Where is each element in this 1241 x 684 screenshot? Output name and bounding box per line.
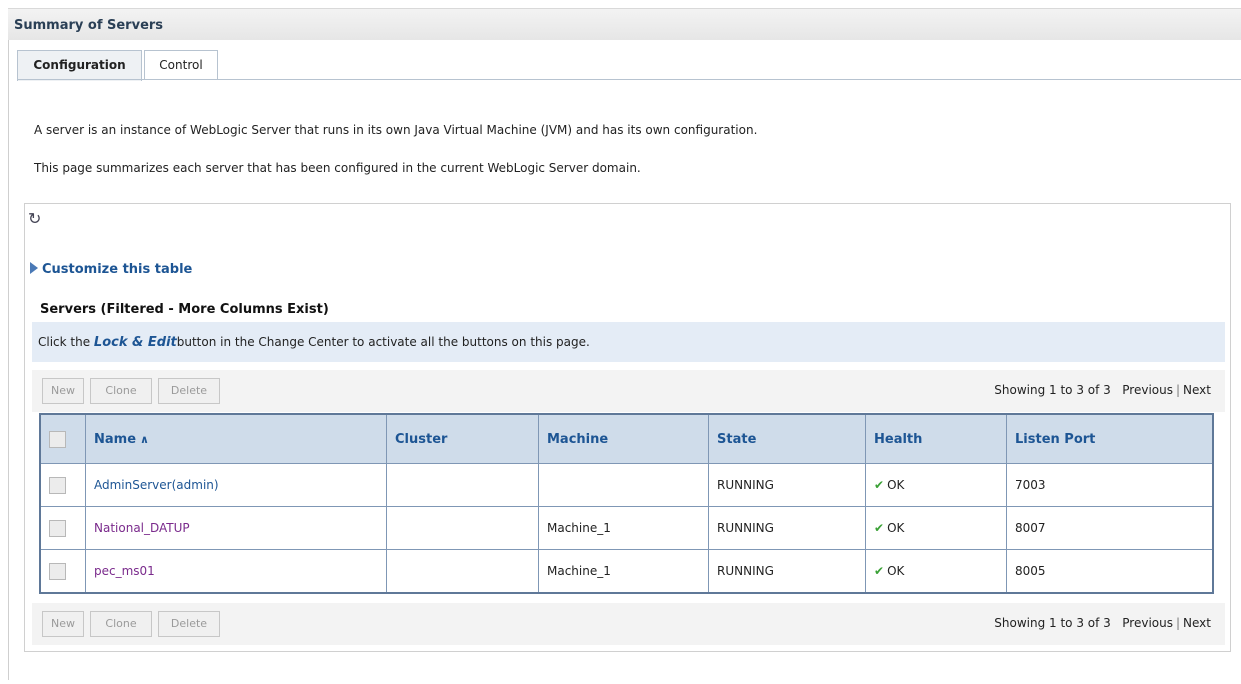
select-all-checkbox[interactable] [49, 430, 66, 448]
tab-configuration[interactable]: Configuration [17, 50, 142, 81]
table-toolbar [24, 203, 1231, 238]
table-title: Servers (Filtered - More Columns Exist) [40, 302, 329, 317]
pagination-status: Showing 1 to 3 of 3 [994, 616, 1111, 630]
health-value: OK [887, 564, 905, 578]
pagination-separator: | [1175, 616, 1181, 630]
checkmark-icon: ✔ [874, 478, 885, 492]
state-cell: RUNNING [708, 549, 866, 594]
pagination-bottom: Showing 1 to 3 of 3 Previous | Next [994, 616, 1211, 630]
pagination-top: Showing 1 to 3 of 3 Previous | Next [994, 383, 1211, 397]
clone-button[interactable]: Clone [90, 611, 152, 637]
tab-divider [17, 79, 1241, 80]
cluster-cell [386, 463, 539, 507]
cluster-cell [386, 549, 539, 594]
notice-suffix: button in the Change Center to activate … [176, 335, 590, 349]
refresh-icon[interactable]: ↻ [28, 209, 41, 228]
column-header-health[interactable]: Health [865, 413, 1007, 464]
servers-table: Name ∧ Cluster Machine State Health Liste… [39, 413, 1214, 594]
table-row: pec_ms01 Machine_1 RUNNING ✔ OK 8005 [39, 549, 1214, 594]
table-header-row: Name ∧ Cluster Machine State Health Liste… [39, 413, 1214, 464]
select-all-header [39, 413, 86, 464]
listen-port-cell: 7003 [1006, 463, 1214, 507]
pagination-status: Showing 1 to 3 of 3 [994, 383, 1111, 397]
previous-link[interactable]: Previous [1122, 616, 1173, 630]
pagination-separator: | [1175, 383, 1181, 397]
server-name-cell: AdminServer(admin) [85, 463, 387, 507]
customize-label: Customize this table [42, 262, 193, 277]
previous-link[interactable]: Previous [1122, 383, 1173, 397]
health-cell: ✔ OK [865, 549, 1007, 594]
actions-bar-top: New Clone Delete Showing 1 to 3 of 3 Pre… [32, 370, 1225, 412]
title-bar: Summary of Servers [8, 8, 1241, 40]
notice-prefix: Click the [38, 335, 94, 349]
state-cell: RUNNING [708, 506, 866, 550]
machine-cell: Machine_1 [538, 506, 709, 550]
intro-line-1: A server is an instance of WebLogic Serv… [34, 123, 758, 137]
table-row: AdminServer(admin) RUNNING ✔ OK 7003 [39, 463, 1214, 507]
row-checkbox[interactable] [49, 519, 66, 537]
row-checkbox[interactable] [49, 562, 66, 580]
server-name-link[interactable]: National_DATUP [94, 521, 190, 535]
server-name-link[interactable]: pec_ms01 [94, 564, 155, 578]
checkmark-icon: ✔ [874, 564, 885, 578]
row-select-cell [39, 506, 86, 550]
next-link[interactable]: Next [1183, 383, 1211, 397]
column-label-name: Name [94, 431, 137, 447]
health-cell: ✔ OK [865, 463, 1007, 507]
listen-port-cell: 8005 [1006, 549, 1214, 594]
column-header-state[interactable]: State [708, 413, 866, 464]
next-link[interactable]: Next [1183, 616, 1211, 630]
row-select-cell [39, 549, 86, 594]
sort-ascending-icon[interactable]: ∧ [140, 433, 149, 446]
listen-port-cell: 8007 [1006, 506, 1214, 550]
new-button[interactable]: New [42, 611, 84, 637]
expand-triangle-icon [30, 262, 38, 274]
table-row: National_DATUP Machine_1 RUNNING ✔ OK 800… [39, 506, 1214, 550]
actions-bar-bottom: New Clone Delete Showing 1 to 3 of 3 Pre… [32, 603, 1225, 645]
column-header-name[interactable]: Name ∧ [85, 413, 387, 464]
clone-button[interactable]: Clone [90, 378, 152, 404]
new-button[interactable]: New [42, 378, 84, 404]
health-value: OK [887, 478, 905, 492]
row-select-cell [39, 463, 86, 507]
row-checkbox[interactable] [49, 476, 66, 494]
page-title: Summary of Servers [14, 18, 164, 33]
cluster-cell [386, 506, 539, 550]
column-header-machine[interactable]: Machine [538, 413, 709, 464]
checkmark-icon: ✔ [874, 521, 885, 535]
delete-button[interactable]: Delete [158, 378, 220, 404]
server-name-cell: pec_ms01 [85, 549, 387, 594]
column-header-listen-port[interactable]: Listen Port [1006, 413, 1214, 464]
intro-line-2: This page summarizes each server that ha… [34, 161, 641, 175]
server-name-link[interactable]: AdminServer(admin) [94, 478, 219, 492]
state-cell: RUNNING [708, 463, 866, 507]
health-value: OK [887, 521, 905, 535]
machine-cell [538, 463, 709, 507]
health-cell: ✔ OK [865, 506, 1007, 550]
change-center-notice: Click the Lock & Editbutton in the Chang… [32, 322, 1225, 362]
left-border [8, 40, 9, 680]
delete-button[interactable]: Delete [158, 611, 220, 637]
tab-control[interactable]: Control [144, 50, 218, 79]
customize-table-link[interactable]: Customize this table [30, 262, 192, 277]
machine-cell: Machine_1 [538, 549, 709, 594]
server-name-cell: National_DATUP [85, 506, 387, 550]
lock-edit-link[interactable]: Lock & Edit [94, 335, 177, 350]
column-header-cluster[interactable]: Cluster [386, 413, 539, 464]
